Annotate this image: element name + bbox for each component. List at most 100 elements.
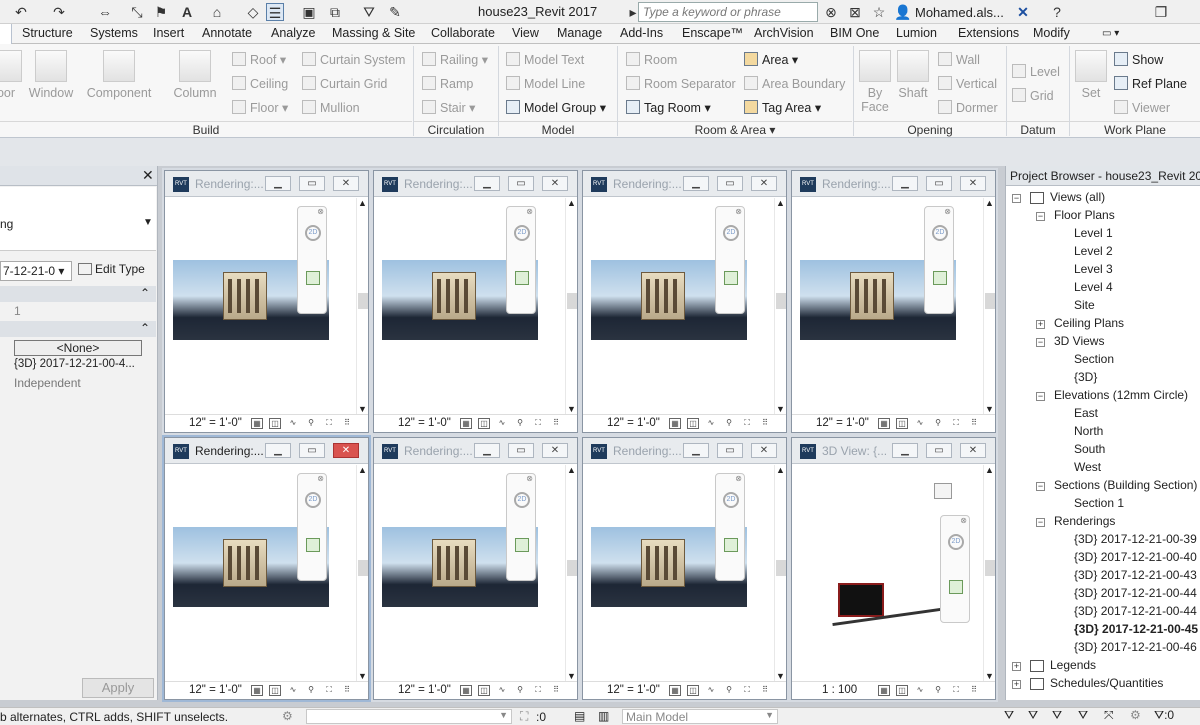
maximize-button[interactable]: ▭ <box>508 443 534 458</box>
tab-bim-one[interactable]: BIM One <box>830 26 879 40</box>
scroll-up-icon[interactable]: ▲ <box>358 198 367 208</box>
show-crop-icon[interactable]: ⠿ <box>341 685 353 696</box>
design-option-selector[interactable]: Main Model ▼ <box>622 709 778 724</box>
view-window-titlebar[interactable]: RVT Rendering:... ▁ ▭ ✕ <box>165 438 368 464</box>
ceiling-plans-node[interactable]: Ceiling Plans <box>1054 316 1124 330</box>
view-window-titlebar[interactable]: RVT Rendering:... ▁ ▭ ✕ <box>374 171 577 197</box>
roof-button[interactable]: Roof ▾ <box>232 52 286 67</box>
by-face-button[interactable]: By Face <box>858 50 892 114</box>
elevation-item[interactable]: South <box>1074 442 1105 456</box>
view-scale[interactable]: 1 : 100 <box>822 684 857 696</box>
design-options-icon[interactable]: ▥ <box>598 709 609 723</box>
close-icon[interactable]: ✕ <box>142 167 154 184</box>
crop-view-icon[interactable]: ⛶ <box>950 685 962 696</box>
crop-view-icon[interactable]: ⛶ <box>323 685 335 696</box>
view-canvas[interactable]: ⊗ 2D <box>583 198 774 414</box>
view-canvas[interactable]: ⊗ 2D <box>583 465 774 681</box>
scroll-thumb[interactable] <box>358 293 368 309</box>
view-window-titlebar[interactable]: RVT Rendering:... ▁ ▭ ✕ <box>165 171 368 197</box>
curtain-grid-button[interactable]: Curtain Grid <box>302 76 387 91</box>
scroll-down-icon[interactable]: ▼ <box>985 671 994 681</box>
crop-view-icon[interactable]: ⛶ <box>950 418 962 429</box>
room-area-panel-label[interactable]: Room & Area ▾ <box>618 121 852 137</box>
tab-massing-site[interactable]: Massing & Site <box>332 26 415 40</box>
floor-plans-node[interactable]: Floor Plans <box>1054 208 1115 222</box>
detail-level-icon[interactable]: ▦ <box>460 418 472 429</box>
window-button[interactable]: Window <box>28 50 74 100</box>
crop-view-icon[interactable]: ⛶ <box>323 418 335 429</box>
vertical-scrollbar[interactable]: ▲ ▼ <box>356 465 368 681</box>
scroll-up-icon[interactable]: ▲ <box>985 465 994 475</box>
select-links-icon[interactable]: ⛛ <box>1004 708 1014 723</box>
tab-collaborate[interactable]: Collaborate <box>431 26 495 40</box>
minimize-button[interactable]: ▁ <box>683 443 709 458</box>
3d-view-item[interactable]: Section <box>1074 352 1114 366</box>
stair-button[interactable]: Stair ▾ <box>422 100 475 115</box>
maximize-button[interactable]: ▭ <box>717 176 743 191</box>
tree-toggle-icon[interactable]: + <box>1012 662 1021 671</box>
close-hidden-icon[interactable]: ▣ <box>300 3 318 21</box>
detail-level-icon[interactable]: ▦ <box>251 418 263 429</box>
crop-view-icon[interactable]: ⛶ <box>532 418 544 429</box>
thin-lines-icon[interactable]: ☰ <box>266 3 284 21</box>
minimize-button[interactable]: ▁ <box>892 443 918 458</box>
sun-path-icon[interactable]: ∿ <box>496 685 508 696</box>
grid-button[interactable]: Grid <box>1012 88 1054 103</box>
view-scale[interactable]: 12" = 1'-0" <box>816 417 869 429</box>
close-view-button[interactable]: ✕ <box>751 443 777 458</box>
scroll-up-icon[interactable]: ▲ <box>358 465 367 475</box>
vertical-scrollbar[interactable]: ▲ ▼ <box>983 198 995 414</box>
minimize-button[interactable]: ▁ <box>265 443 291 458</box>
schedules-node[interactable]: Schedules/Quantities <box>1050 676 1163 690</box>
tab-analyze[interactable]: Analyze <box>271 26 315 40</box>
vertical-scrollbar[interactable]: ▲ ▼ <box>983 465 995 681</box>
viewcube-icon[interactable] <box>934 483 952 499</box>
dimension-icon[interactable]: ⤡ <box>128 3 146 21</box>
close-icon[interactable]: ⊗ <box>526 474 533 483</box>
scroll-down-icon[interactable]: ▼ <box>358 404 367 414</box>
group-header[interactable]: ⌃ <box>0 286 156 302</box>
elevations-node[interactable]: Elevations (12mm Circle) <box>1054 388 1188 402</box>
door-button[interactable]: oor <box>0 50 24 100</box>
shadows-icon[interactable]: ⚲ <box>514 418 526 429</box>
level-button[interactable]: Level <box>1012 64 1060 79</box>
3d-views-node[interactable]: 3D Views <box>1054 334 1104 348</box>
scroll-down-icon[interactable]: ▼ <box>985 404 994 414</box>
close-view-button[interactable]: ✕ <box>333 443 359 458</box>
steering-wheel-icon[interactable]: 2D <box>514 225 530 241</box>
view-window-titlebar[interactable]: RVT Rendering:... ▁ ▭ ✕ <box>583 171 786 197</box>
tab-archvision[interactable]: ArchVision <box>754 26 814 40</box>
floor-plan-item[interactable]: Level 3 <box>1074 262 1113 276</box>
scroll-thumb[interactable] <box>776 293 786 309</box>
visual-style-icon[interactable]: ◫ <box>687 685 699 696</box>
zoom-icon[interactable] <box>306 538 320 552</box>
show-crop-icon[interactable]: ⠿ <box>341 418 353 429</box>
area-button[interactable]: Area ▾ <box>744 52 798 67</box>
tag-icon[interactable]: ⚑ <box>152 3 170 21</box>
select-filter-icon[interactable]: ⛶ <box>520 709 528 724</box>
shadows-icon[interactable]: ⚲ <box>723 685 735 696</box>
navigation-bar[interactable]: ⊗ 2D <box>924 206 954 314</box>
minimize-button[interactable]: ▁ <box>892 176 918 191</box>
tab-structure[interactable]: Structure <box>22 26 73 40</box>
set-button[interactable]: Set <box>1074 50 1108 100</box>
steering-wheel-icon[interactable]: 2D <box>932 225 948 241</box>
tree-toggle-icon[interactable]: + <box>1036 320 1045 329</box>
view-canvas[interactable]: ⊗ 2D <box>374 465 565 681</box>
scroll-up-icon[interactable]: ▲ <box>776 198 785 208</box>
redo-icon[interactable]: ↷ <box>50 3 68 21</box>
type-selector[interactable]: ng ▼ <box>0 187 156 251</box>
undo-icon[interactable]: ↶ <box>12 3 30 21</box>
visual-style-icon[interactable]: ◫ <box>478 418 490 429</box>
zoom-icon[interactable] <box>949 580 963 594</box>
tree-toggle-icon[interactable]: − <box>1036 338 1045 347</box>
sun-path-icon[interactable]: ∿ <box>914 685 926 696</box>
steering-wheel-icon[interactable]: 2D <box>723 492 739 508</box>
exchange-icon[interactable]: ✕ <box>1014 3 1032 21</box>
select-pinned-icon[interactable]: ⛛ <box>1052 708 1062 723</box>
mullion-button[interactable]: Mullion <box>302 100 360 115</box>
navigation-bar[interactable]: ⊗ 2D <box>940 515 970 623</box>
scroll-up-icon[interactable]: ▲ <box>985 198 994 208</box>
maximize-button[interactable]: ▭ <box>926 176 952 191</box>
component-button[interactable]: Component <box>84 50 154 100</box>
